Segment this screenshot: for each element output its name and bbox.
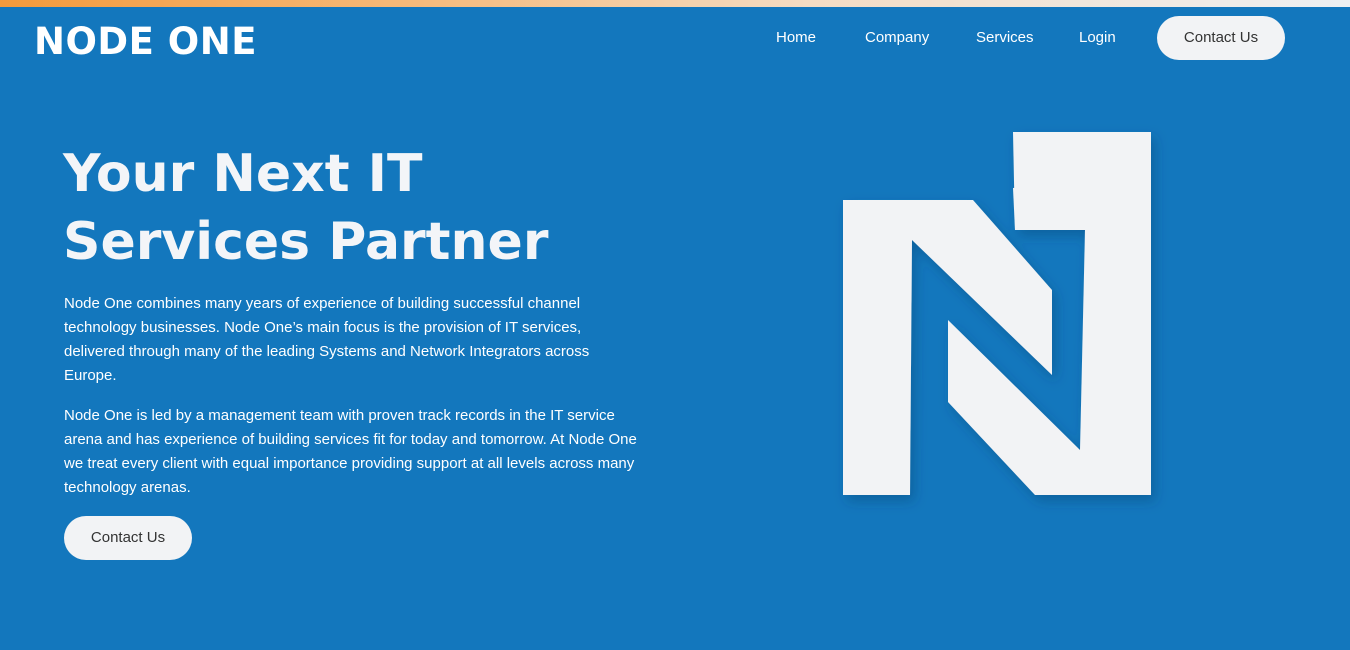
main-nav: Home Company Services Login Contact Us — [0, 16, 1350, 60]
hero-title-line2: Services Partner — [63, 212, 549, 272]
hero-paragraph-1: Node One combines many years of experien… — [64, 295, 590, 384]
hero-contact-button[interactable]: Contact Us — [64, 516, 192, 560]
hero-paragraph-2: Node One is led by a management team wit… — [64, 407, 637, 496]
nav-item-home[interactable]: Home — [776, 16, 816, 60]
nav-item-services[interactable]: Services — [976, 16, 1034, 60]
nav-item-login[interactable]: Login — [1079, 16, 1116, 60]
hero-title-line1: Your Next IT — [63, 144, 423, 204]
nav-contact-button[interactable]: Contact Us — [1157, 16, 1285, 60]
hero-title: Your Next IT Services Partner — [63, 140, 623, 276]
nav-item-company[interactable]: Company — [865, 16, 929, 60]
top-accent-strip — [0, 0, 1350, 7]
n1-logo-icon — [843, 132, 1151, 495]
